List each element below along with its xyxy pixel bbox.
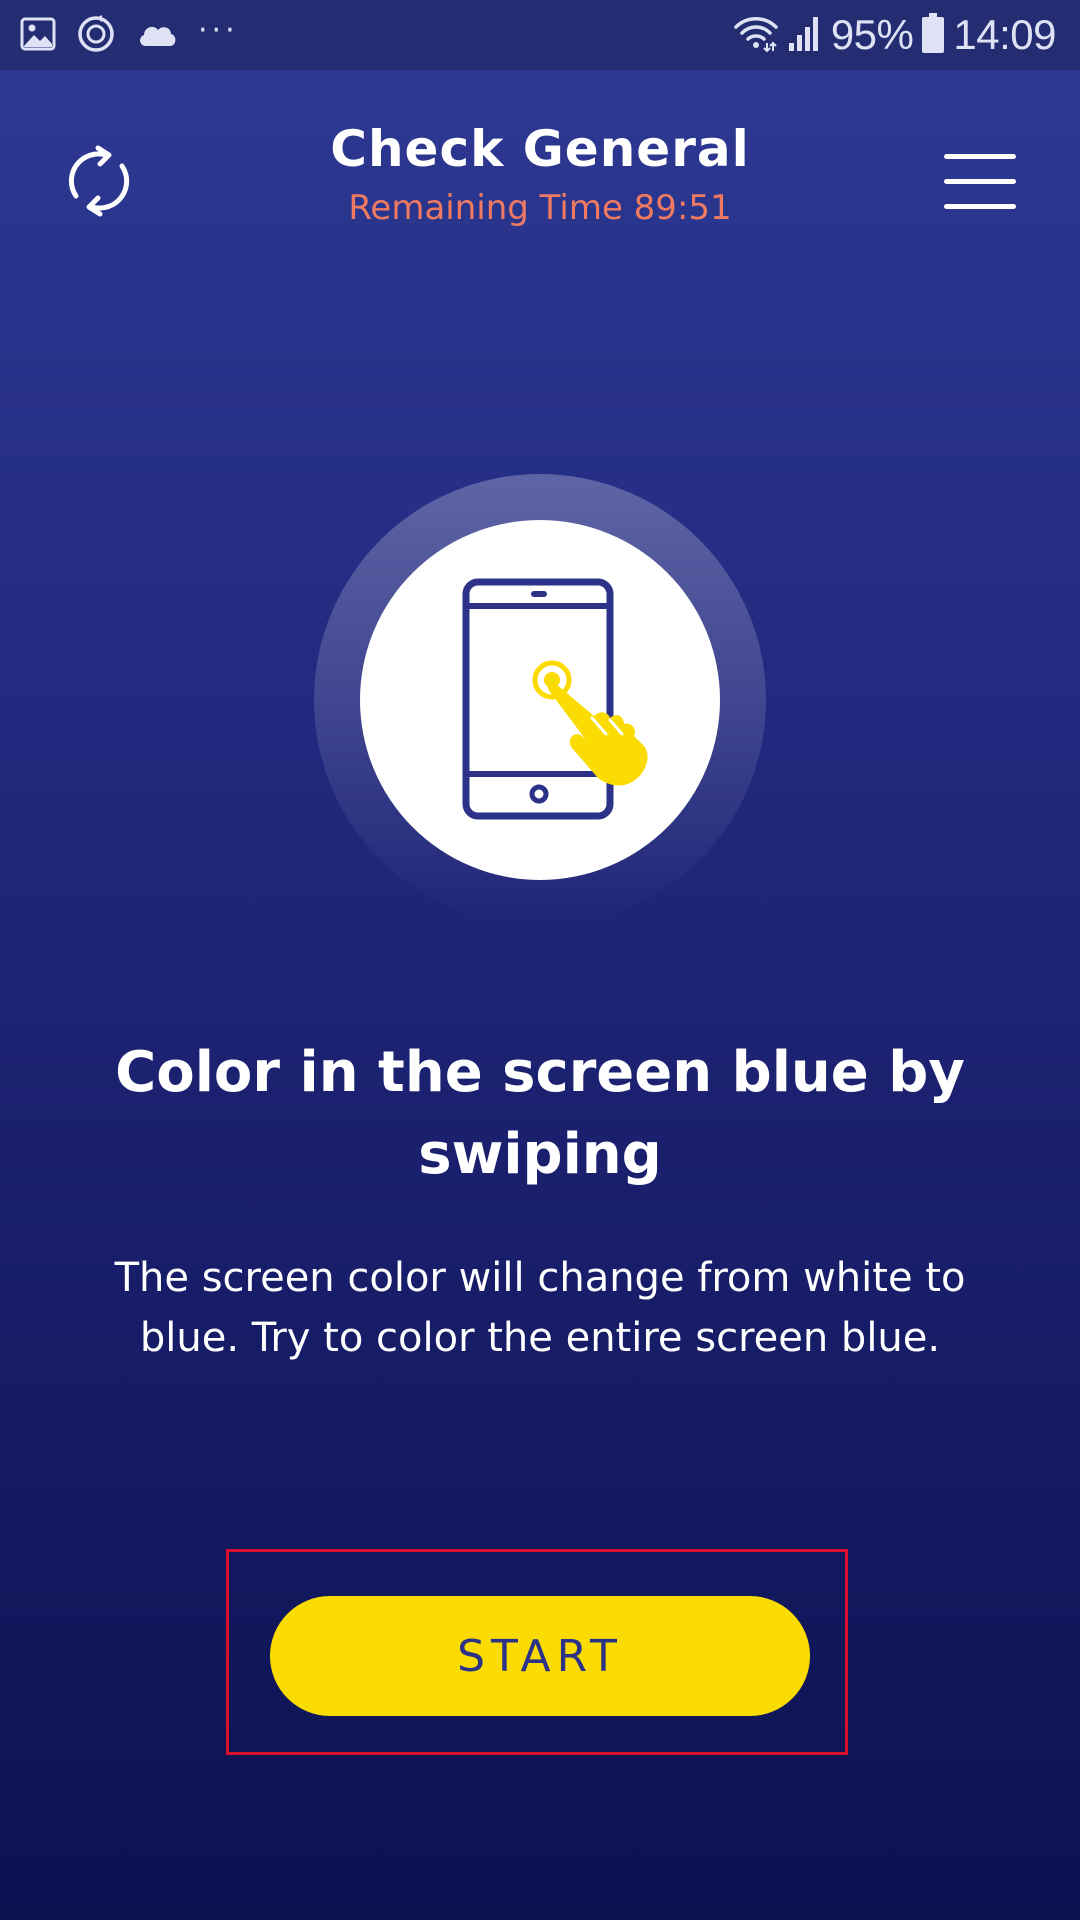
page-title: Check General <box>330 120 750 178</box>
gallery-icon <box>20 16 56 56</box>
status-bar-right: 95% 14:09 <box>733 10 1056 60</box>
instruction-title: Color in the screen blue by swiping <box>115 1040 965 1187</box>
menu-button[interactable] <box>944 152 1016 212</box>
start-button[interactable]: START <box>270 1596 810 1716</box>
cloud-icon <box>136 19 178 53</box>
sync-icon <box>76 14 116 58</box>
phone-tap-icon <box>462 578 648 820</box>
more-notifications-indicator: ··· <box>198 13 239 48</box>
remaining-time: Remaining Time 89:51 <box>348 188 732 228</box>
wifi-icon <box>733 13 779 57</box>
status-bar-left: ··· <box>20 14 239 58</box>
battery-percentage: 95% <box>830 11 914 58</box>
instruction-body: The screen color will change from white … <box>114 1255 966 1361</box>
status-bar: ··· 95% 14:09 <box>0 0 1080 70</box>
menu-icon <box>944 154 1016 209</box>
illustration-disc <box>360 520 720 880</box>
signal-icon <box>787 13 823 57</box>
status-time: 14:09 <box>953 11 1056 58</box>
battery-icon <box>921 12 945 58</box>
